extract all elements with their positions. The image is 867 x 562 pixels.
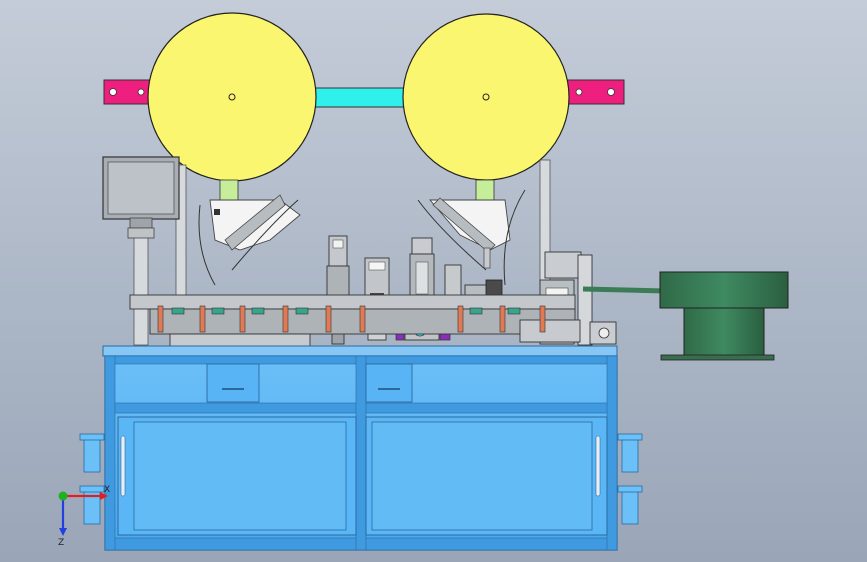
conveyor-rail bbox=[129, 294, 581, 347]
machine-assembly-drawing: X Z bbox=[58, 12, 789, 551]
feeder-track bbox=[582, 286, 666, 294]
right-cabinet-door bbox=[365, 416, 608, 536]
left-reel bbox=[147, 12, 317, 182]
triad-x-label: X bbox=[104, 485, 110, 495]
right-reel bbox=[402, 13, 570, 181]
left-tape-guide bbox=[198, 194, 301, 286]
right-drawer bbox=[365, 363, 413, 403]
triad-z-label: Z bbox=[58, 538, 64, 548]
control-screen bbox=[102, 156, 180, 239]
left-drawer bbox=[206, 363, 260, 403]
left-cabinet-door bbox=[117, 416, 357, 536]
connector-bar bbox=[311, 87, 409, 108]
cad-viewport[interactable]: X Z bbox=[0, 0, 867, 562]
right-bracket bbox=[565, 79, 625, 105]
vibratory-bowl-feeder bbox=[659, 271, 789, 361]
